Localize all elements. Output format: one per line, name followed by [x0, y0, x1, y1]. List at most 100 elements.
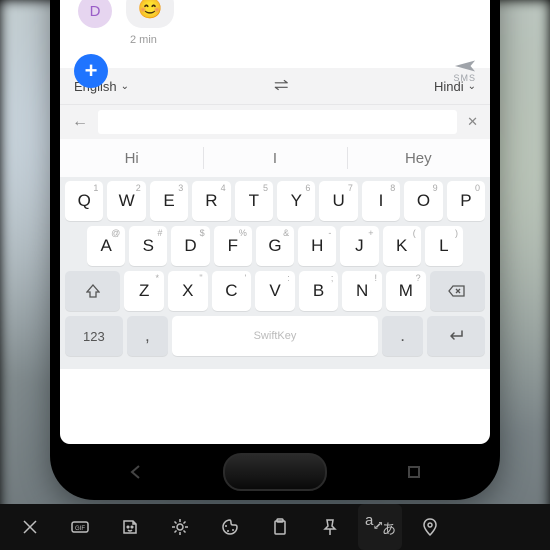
home-button[interactable] [223, 453, 327, 491]
comma-key[interactable]: , [127, 316, 168, 356]
key-a[interactable]: A@ [87, 226, 125, 266]
key-b[interactable]: B; [299, 271, 339, 311]
numbers-key[interactable]: 123 [65, 316, 123, 356]
contact-avatar[interactable]: D [78, 0, 112, 28]
recents-nav-button[interactable] [407, 465, 421, 479]
attach-button[interactable]: + [74, 54, 108, 88]
backspace-key[interactable] [430, 271, 485, 311]
shift-icon [86, 284, 100, 298]
keyboard: Q1W2E3R4T5Y6U7I8O9P0 A@S#D$F%G&H-J+K(L) … [60, 177, 490, 369]
key-c[interactable]: C' [212, 271, 252, 311]
gif-icon: GIF [70, 517, 90, 537]
clear-icon[interactable]: ✕ [467, 114, 478, 130]
palette-icon [220, 517, 240, 537]
svg-text:GIF: GIF [75, 526, 85, 532]
key-alt: 9 [433, 183, 438, 193]
key-alt: ) [455, 228, 458, 238]
key-g[interactable]: G& [256, 226, 294, 266]
key-alt: : [287, 273, 290, 283]
key-alt: 7 [348, 183, 353, 193]
message-input[interactable] [118, 54, 443, 88]
enter-key[interactable] [427, 316, 485, 356]
close-toolbar-button[interactable] [8, 504, 52, 550]
key-alt: 8 [390, 183, 395, 193]
spacebar[interactable]: SwiftKey [172, 316, 378, 356]
key-alt: ' [244, 273, 246, 283]
send-sms-button[interactable]: SMS [453, 59, 476, 83]
key-e[interactable]: E3 [150, 181, 188, 221]
key-x[interactable]: X" [168, 271, 208, 311]
key-alt: ; [331, 273, 334, 283]
gif-button[interactable]: GIF [58, 504, 102, 550]
key-alt: 2 [136, 183, 141, 193]
message-timestamp: 2 min [130, 34, 157, 46]
key-alt: " [199, 273, 202, 283]
keyboard-toolbar: GIF a あ ↙ ↗ [0, 504, 550, 550]
key-v[interactable]: V: [255, 271, 295, 311]
key-f[interactable]: F% [214, 226, 252, 266]
pin-button[interactable] [308, 504, 352, 550]
key-alt: - [328, 228, 331, 238]
key-i[interactable]: I8 [362, 181, 400, 221]
phone-frame: D 😊 2 min + SMS English ⌄ Hindi [50, 0, 500, 500]
compose-row: + SMS [74, 54, 476, 88]
sticker-button[interactable] [108, 504, 152, 550]
back-arrow-icon[interactable]: ← [72, 113, 88, 131]
period-key[interactable]: . [382, 316, 423, 356]
pin-icon [320, 517, 340, 537]
backspace-icon [448, 285, 466, 297]
send-label: SMS [453, 73, 476, 83]
key-alt: 3 [178, 183, 183, 193]
close-icon [20, 517, 40, 537]
translator-input[interactable] [98, 110, 457, 134]
send-icon [454, 59, 476, 73]
messages-app: D 😊 2 min + SMS [60, 0, 490, 68]
key-alt: @ [111, 228, 120, 238]
key-l[interactable]: L) [425, 226, 463, 266]
suggestion-3[interactable]: Hey [347, 139, 490, 177]
key-alt: # [157, 228, 162, 238]
location-icon [420, 517, 440, 537]
clipboard-icon [270, 517, 290, 537]
key-alt: 6 [305, 183, 310, 193]
suggestion-bar: Hi I Hey [60, 139, 490, 177]
translator-input-row: ← ✕ [60, 105, 490, 139]
key-q[interactable]: Q1 [65, 181, 103, 221]
clipboard-button[interactable] [258, 504, 302, 550]
themes-button[interactable] [208, 504, 252, 550]
translate-button[interactable]: a あ ↙ ↗ [358, 504, 402, 550]
shift-key[interactable] [65, 271, 120, 311]
key-w[interactable]: W2 [107, 181, 145, 221]
key-u[interactable]: U7 [319, 181, 357, 221]
key-o[interactable]: O9 [404, 181, 442, 221]
key-s[interactable]: S# [129, 226, 167, 266]
phone-screen: D 😊 2 min + SMS English ⌄ Hindi [60, 0, 490, 444]
key-m[interactable]: M? [386, 271, 426, 311]
key-j[interactable]: J+ [340, 226, 378, 266]
gear-icon [170, 517, 190, 537]
back-nav-button[interactable] [129, 465, 143, 479]
settings-button[interactable] [158, 504, 202, 550]
enter-icon [448, 330, 464, 342]
key-alt: ! [374, 273, 377, 283]
key-z[interactable]: Z* [124, 271, 164, 311]
key-alt: 1 [93, 183, 98, 193]
key-alt: ( [413, 228, 416, 238]
key-t[interactable]: T5 [235, 181, 273, 221]
sticker-icon [120, 517, 140, 537]
received-message-emoji[interactable]: 😊 [126, 0, 174, 28]
key-d[interactable]: D$ [171, 226, 209, 266]
key-alt: * [156, 273, 160, 283]
key-h[interactable]: H- [298, 226, 336, 266]
key-y[interactable]: Y6 [277, 181, 315, 221]
suggestion-1[interactable]: Hi [60, 139, 203, 177]
key-n[interactable]: N! [342, 271, 382, 311]
key-p[interactable]: P0 [447, 181, 485, 221]
suggestion-2[interactable]: I [203, 139, 346, 177]
key-alt: 0 [475, 183, 480, 193]
location-button[interactable] [408, 504, 452, 550]
hardware-buttons [50, 444, 500, 500]
key-k[interactable]: K( [383, 226, 421, 266]
key-alt: & [283, 228, 289, 238]
key-r[interactable]: R4 [192, 181, 230, 221]
